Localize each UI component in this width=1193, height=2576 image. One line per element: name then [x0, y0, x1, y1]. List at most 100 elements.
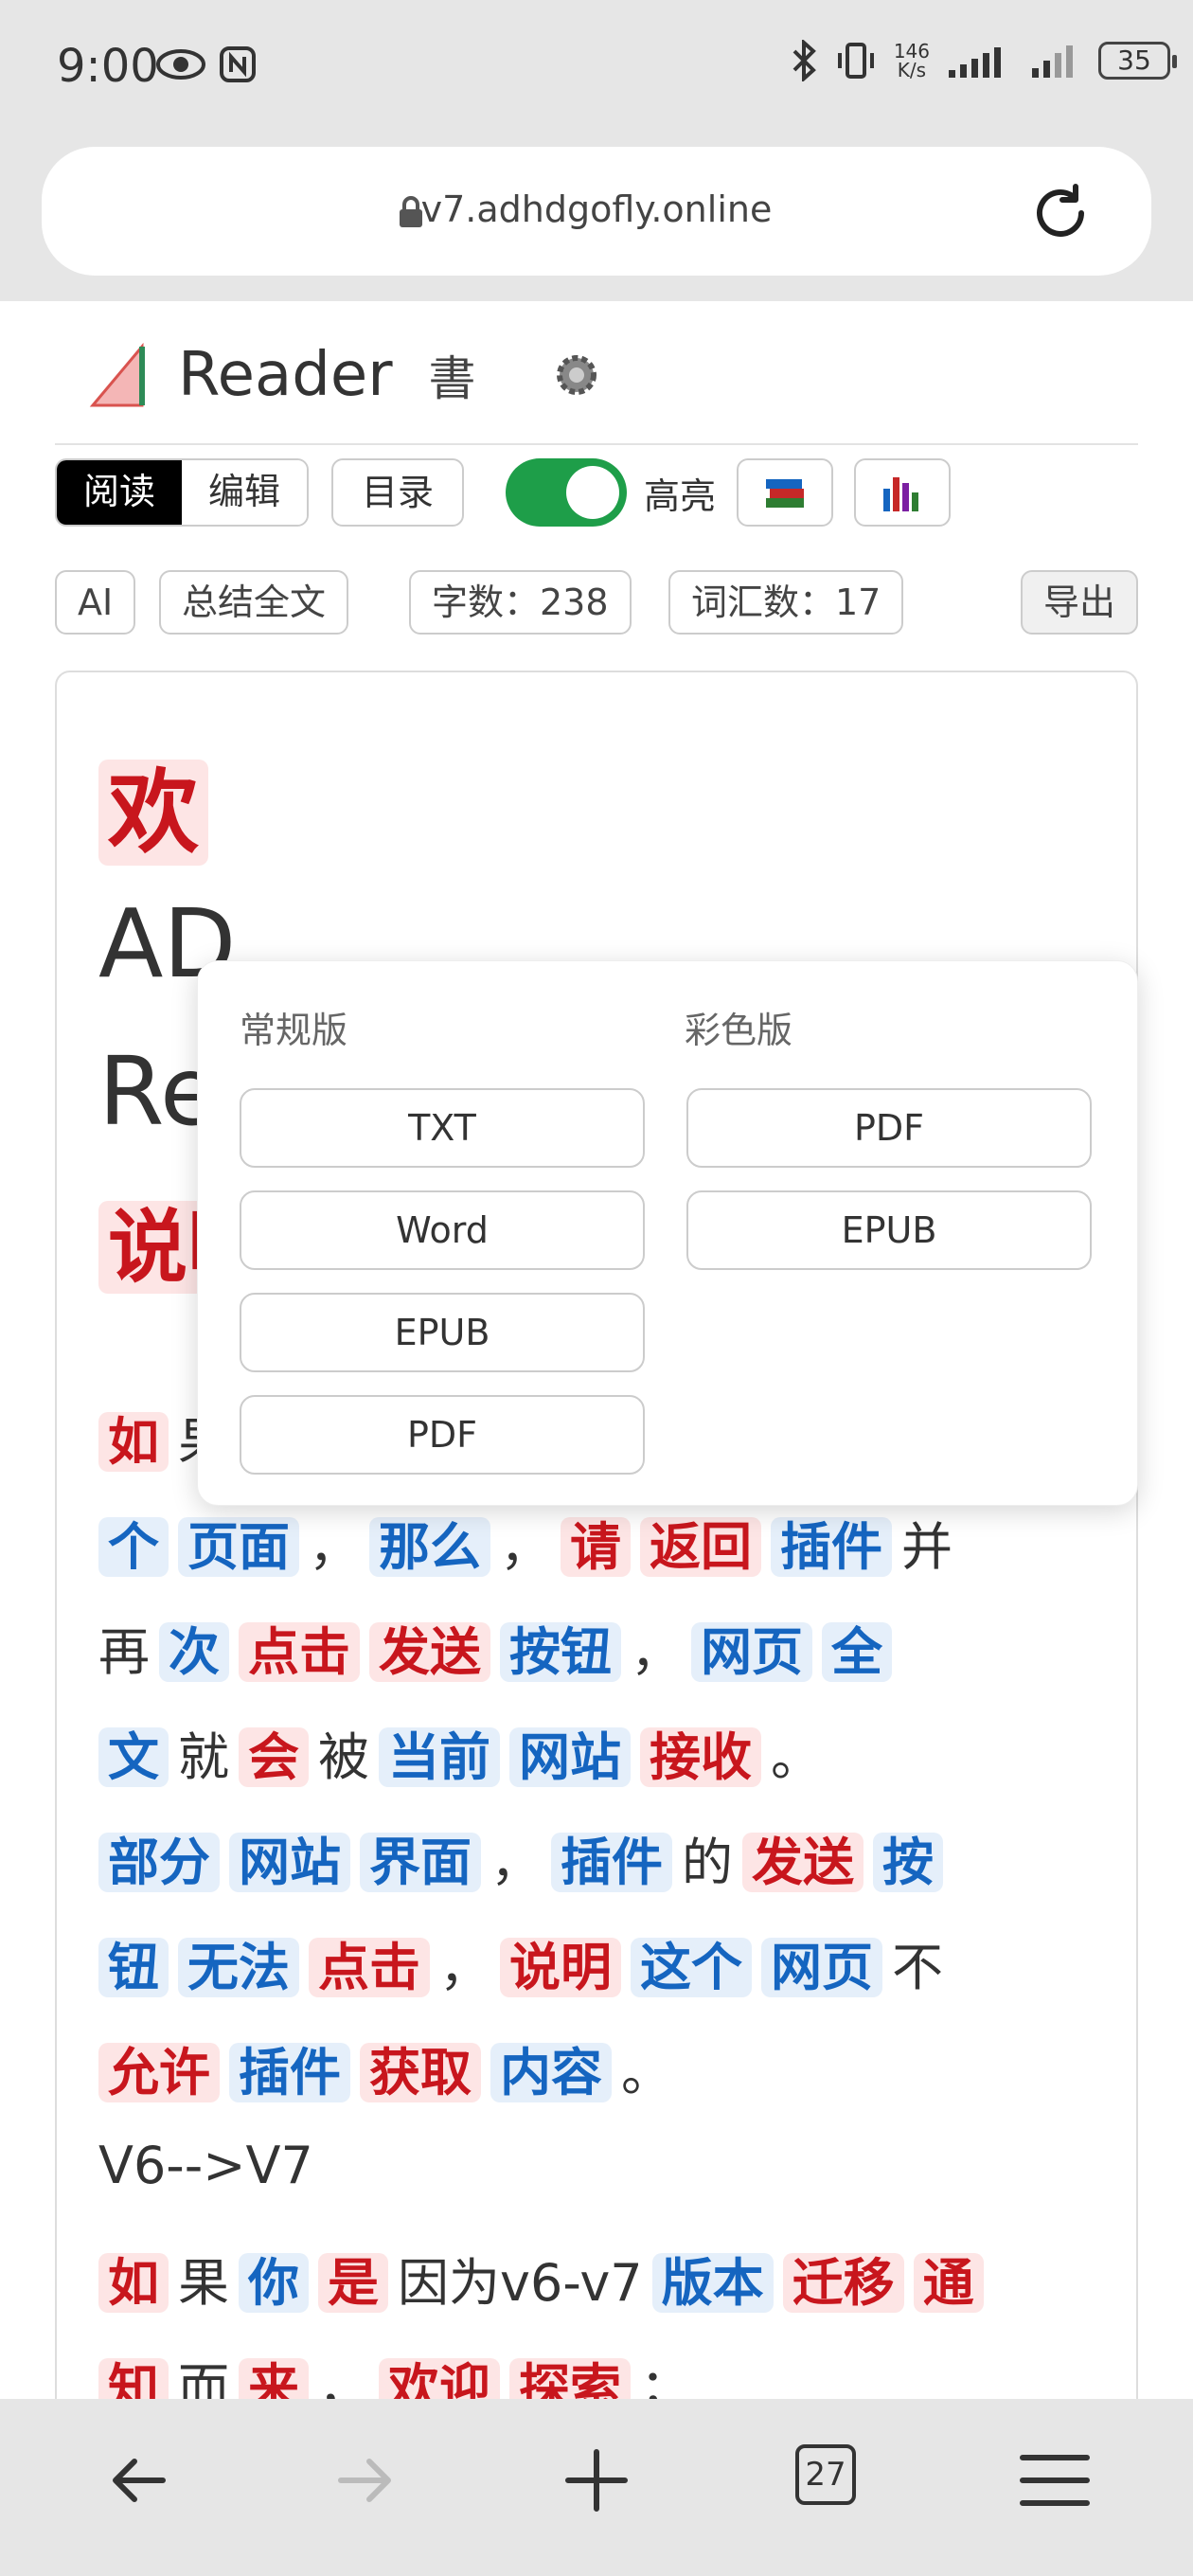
word-token[interactable]: 欢迎 [379, 2358, 500, 2399]
word-token[interactable]: 是 [318, 2253, 388, 2313]
export-standard-epub[interactable]: EPUB [240, 1293, 645, 1372]
summarize-button[interactable]: 总结全文 [159, 570, 349, 635]
signal-2-icon [1032, 45, 1073, 78]
menu-icon[interactable] [1017, 2442, 1093, 2518]
article-line: 知而来，欢迎 探索； [98, 2346, 701, 2399]
new-tab-icon[interactable] [559, 2442, 634, 2518]
word-token[interactable]: 如 [98, 1412, 169, 1472]
toolbar: 阅读 编辑 目录 高亮 [55, 458, 952, 527]
books-button[interactable] [737, 458, 834, 527]
mode-switch: 阅读 编辑 [55, 458, 310, 527]
word-token[interactable]: 插件 [551, 1833, 672, 1892]
plain-token: ， [439, 1938, 490, 1997]
plain-token: ， [490, 1833, 542, 1892]
plain-token: 的 [682, 1833, 733, 1892]
word-token[interactable]: 当前 [379, 1727, 500, 1787]
word-token[interactable]: 次 [159, 1622, 229, 1682]
export-standard-pdf[interactable]: PDF [240, 1395, 645, 1475]
app-title-char: 書 [428, 351, 476, 406]
word-token[interactable]: 点击 [309, 1938, 430, 1997]
word-token[interactable]: 允许 [98, 2043, 220, 2102]
books-icon [766, 479, 805, 508]
heading-token[interactable]: 欢 [98, 760, 208, 866]
bar-chart-icon [883, 477, 919, 511]
reader-logo-icon [89, 342, 145, 407]
word-token[interactable]: 网站 [229, 1833, 350, 1892]
plain-token: ； [640, 2358, 691, 2399]
word-token[interactable]: 插件 [771, 1517, 892, 1577]
highlight-toggle[interactable] [506, 458, 628, 527]
word-token[interactable]: 版本 [651, 2253, 774, 2313]
article-line: V6-->V7 [98, 2136, 323, 2195]
export-standard-txt[interactable]: TXT [240, 1088, 645, 1168]
edit-mode-button[interactable]: 编辑 [182, 460, 308, 525]
word-token[interactable]: 探索 [509, 2358, 631, 2399]
word-token[interactable]: 返回 [640, 1517, 761, 1577]
word-token[interactable]: 内容 [490, 2043, 612, 2102]
plain-token: 果 [178, 2253, 229, 2313]
word-token[interactable]: 迁移 [782, 2253, 904, 2313]
plain-token: V6-->V7 [98, 2136, 313, 2195]
word-token[interactable]: 发送 [742, 1833, 864, 1892]
word-token[interactable]: 来 [239, 2358, 309, 2399]
standard-title: 常规版 [240, 1010, 348, 1051]
vibrate-icon [837, 43, 874, 79]
plain-token: ， [631, 1622, 682, 1682]
word-token[interactable]: 无法 [178, 1938, 299, 1997]
article-content: 欢 AD Re 说明 如果你是通过插件打开的这个页面，那么，请返回插件并再次点击… [55, 671, 1138, 2399]
word-token[interactable]: 说明 [500, 1938, 621, 1997]
export-menu: 常规版 彩色版 TXT Word EPUB PDF PDF EPUB [197, 960, 1138, 1506]
word-token[interactable]: 网站 [509, 1727, 631, 1787]
forward-icon[interactable] [328, 2442, 403, 2518]
read-mode-button[interactable]: 阅读 [57, 460, 183, 525]
export-button[interactable]: 导出 [1020, 570, 1138, 635]
tab-count-button[interactable]: 27 [795, 2444, 856, 2505]
export-color-pdf[interactable]: PDF [686, 1088, 1092, 1168]
word-token[interactable]: 按钮 [500, 1622, 621, 1682]
back-icon[interactable] [100, 2442, 176, 2518]
word-token[interactable]: 通 [913, 2253, 984, 2313]
word-token[interactable]: 如 [98, 2253, 169, 2313]
word-token[interactable]: 全 [822, 1622, 892, 1682]
word-token[interactable]: 这个 [631, 1938, 752, 1997]
article-line: 允许 插件 获取 内容。 [98, 2030, 682, 2105]
status-bar: 9:00 146 K/s 35 [0, 0, 1193, 137]
word-token[interactable]: 个 [98, 1517, 169, 1577]
plain-token: 。 [771, 1727, 822, 1787]
reload-icon[interactable] [1028, 181, 1093, 245]
word-token[interactable]: 知 [98, 2358, 169, 2399]
word-token[interactable]: 获取 [360, 2043, 481, 2102]
word-token[interactable]: 页面 [178, 1517, 299, 1577]
word-token[interactable]: 部分 [98, 1833, 220, 1892]
word-token[interactable]: 按 [873, 1833, 943, 1892]
word-token[interactable]: 那么 [369, 1517, 490, 1577]
word-token[interactable]: 点击 [239, 1622, 360, 1682]
word-token[interactable]: 钮 [98, 1938, 169, 1997]
url-bar[interactable]: v7.adhdgofly.online [42, 147, 1151, 276]
word-token[interactable]: 网页 [691, 1622, 812, 1682]
gear-icon[interactable] [550, 349, 603, 402]
ai-button[interactable]: AI [55, 570, 136, 635]
word-token[interactable]: 文 [98, 1727, 169, 1787]
plain-token: 再 [98, 1622, 150, 1682]
toc-button[interactable]: 目录 [331, 458, 465, 527]
status-time: 9:00 [57, 40, 159, 93]
export-color-epub[interactable]: EPUB [686, 1190, 1092, 1270]
plain-token: 被 [318, 1727, 369, 1787]
word-token[interactable]: 网页 [761, 1938, 882, 1997]
plain-token: 不 [892, 1938, 943, 1997]
article-heading: 欢 [98, 739, 208, 870]
header-divider [55, 443, 1138, 445]
color-title: 彩色版 [685, 1010, 793, 1051]
stats-button[interactable] [854, 458, 952, 527]
word-token[interactable]: 插件 [229, 2043, 350, 2102]
word-token[interactable]: 界面 [360, 1833, 481, 1892]
word-token[interactable]: 会 [239, 1727, 309, 1787]
word-token[interactable]: 接收 [640, 1727, 761, 1787]
url-text[interactable]: v7.adhdgofly.online [42, 188, 1151, 230]
export-standard-word[interactable]: Word [240, 1190, 645, 1270]
word-token[interactable]: 你 [239, 2253, 309, 2313]
brand-header: Reader 書 [87, 337, 603, 413]
word-token[interactable]: 发送 [369, 1622, 490, 1682]
word-token[interactable]: 请 [561, 1517, 631, 1577]
